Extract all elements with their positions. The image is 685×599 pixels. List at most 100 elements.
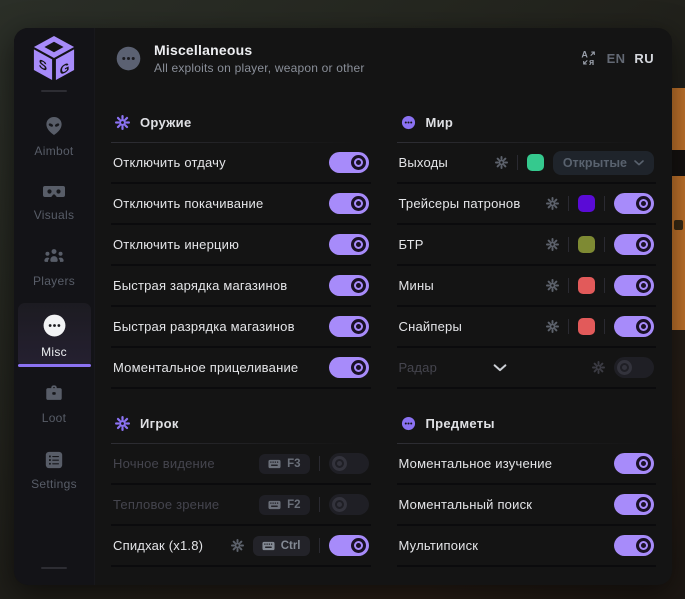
feature-row: Отключить отдачу: [111, 143, 371, 184]
sidebar-item-misc[interactable]: Misc: [18, 303, 91, 367]
toggle-switch[interactable]: [329, 453, 369, 474]
color-swatch[interactable]: [527, 154, 544, 171]
toggle-switch[interactable]: [614, 453, 654, 474]
toggle-switch[interactable]: [614, 535, 654, 556]
section-header: Мир: [397, 88, 657, 142]
row-controls: [546, 316, 654, 337]
feature-row: Быстрая разрядка магазинов: [111, 307, 371, 348]
gear-icon[interactable]: [231, 539, 244, 552]
lang-en-button[interactable]: EN: [607, 51, 626, 66]
keyboard-icon: [268, 500, 281, 510]
hotkey-label: F2: [287, 499, 300, 511]
hotkey-badge[interactable]: F3: [259, 454, 309, 474]
gear-icon[interactable]: [495, 156, 508, 169]
toggle-switch[interactable]: [329, 275, 369, 296]
row-controls: [329, 275, 369, 296]
feature-label: Тепловое зрение: [113, 497, 219, 512]
row-controls: [329, 316, 369, 337]
gear-icon[interactable]: [546, 238, 559, 251]
toggle-knob: [636, 456, 651, 471]
feature-label: Моментальный поиск: [399, 497, 533, 512]
sidebar-item-label: Loot: [42, 411, 67, 425]
row-controls: [329, 152, 369, 173]
alien-icon: [43, 115, 65, 137]
toggle-knob: [617, 360, 632, 375]
chevron-down-icon: [634, 160, 644, 166]
lang-ru-button[interactable]: RU: [634, 51, 654, 66]
toggle-switch[interactable]: [329, 152, 369, 173]
gear-icon[interactable]: [546, 197, 559, 210]
color-swatch[interactable]: [578, 318, 595, 335]
main-panel: Miscellaneous All exploits on player, we…: [95, 28, 672, 585]
toggle-knob: [636, 278, 651, 293]
feature-row: БТР: [397, 225, 657, 266]
hotkey-label: F3: [287, 458, 300, 470]
page-title: Miscellaneous: [154, 42, 365, 58]
control-separator: [568, 196, 569, 211]
feature-row: Мультипоиск: [397, 526, 657, 567]
hotkey-badge[interactable]: F2: [259, 495, 309, 515]
toggle-knob: [332, 497, 347, 512]
chevron-down-icon[interactable]: [493, 364, 507, 372]
toggle-switch[interactable]: [614, 234, 654, 255]
sidebar: S G Aimbot Visuals Players Misc Loot Settings: [14, 28, 95, 585]
dropdown-select[interactable]: Открытые: [553, 151, 654, 175]
dots-circle-icon: [401, 416, 416, 431]
sidebar-item-players[interactable]: Players: [18, 237, 91, 296]
toggle-switch[interactable]: [614, 193, 654, 214]
control-separator: [604, 319, 605, 334]
toggle-switch[interactable]: [329, 316, 369, 337]
svg-text:A: A: [581, 50, 588, 60]
feature-row: Моментальное изучение: [397, 444, 657, 485]
feature-row: Быстрая зарядка магазинов: [111, 266, 371, 307]
control-separator: [568, 237, 569, 252]
row-controls: [614, 494, 654, 515]
right-column: МирВыходыОткрытыеТрейсеры патроновБТРМин…: [397, 88, 657, 585]
toggle-switch[interactable]: [329, 193, 369, 214]
toggle-switch[interactable]: [329, 234, 369, 255]
sidebar-item-aimbot[interactable]: Aimbot: [18, 105, 91, 166]
control-separator: [517, 155, 518, 170]
toggle-knob: [351, 360, 366, 375]
sidebar-item-label: Aimbot: [34, 144, 73, 158]
color-swatch[interactable]: [578, 277, 595, 294]
toggle-knob: [636, 237, 651, 252]
toggle-switch[interactable]: [329, 357, 369, 378]
vr-headset-icon: [42, 183, 66, 201]
gear-icon[interactable]: [546, 320, 559, 333]
toggle-knob: [351, 237, 366, 252]
toggle-knob: [351, 319, 366, 334]
sidebar-item-loot[interactable]: Loot: [18, 374, 91, 433]
color-swatch[interactable]: [578, 195, 595, 212]
toggle-knob: [351, 155, 366, 170]
feature-label: Отключить отдачу: [113, 155, 226, 170]
feature-label: Ночное видение: [113, 456, 215, 471]
cheat-menu-window: S G Aimbot Visuals Players Misc Loot Settings…: [14, 28, 672, 585]
hotkey-badge[interactable]: Ctrl: [253, 536, 310, 556]
toggle-switch[interactable]: [329, 494, 369, 515]
toggle-switch[interactable]: [614, 357, 654, 378]
feature-label: Снайперы: [399, 319, 463, 334]
toggle-switch[interactable]: [329, 535, 369, 556]
toggle-switch[interactable]: [614, 316, 654, 337]
sidebar-item-settings[interactable]: Settings: [18, 440, 91, 499]
color-swatch[interactable]: [578, 236, 595, 253]
sidebar-item-label: Players: [33, 274, 75, 288]
feature-row: ВыходыОткрытые: [397, 143, 657, 184]
feature-row: Трейсеры патронов: [397, 184, 657, 225]
feature-row: Радар: [397, 348, 657, 389]
language-switcher: Aя EN RU: [580, 49, 654, 67]
gear-icon[interactable]: [592, 361, 605, 374]
toggle-switch[interactable]: [614, 275, 654, 296]
toggle-knob: [332, 456, 347, 471]
toggle-switch[interactable]: [614, 494, 654, 515]
app-logo-icon: S G: [32, 35, 76, 81]
gear-icon[interactable]: [546, 279, 559, 292]
sidebar-item-visuals[interactable]: Visuals: [18, 173, 91, 230]
feature-row: Отключить инерцию: [111, 225, 371, 266]
row-controls: F2: [259, 494, 368, 515]
svg-text:я: я: [589, 57, 594, 67]
section-Игрок: ИгрокНочное видениеF3Тепловое зрениеF2Сп…: [111, 389, 371, 567]
section-title: Предметы: [426, 416, 495, 431]
feature-label: Мультипоиск: [399, 538, 479, 553]
